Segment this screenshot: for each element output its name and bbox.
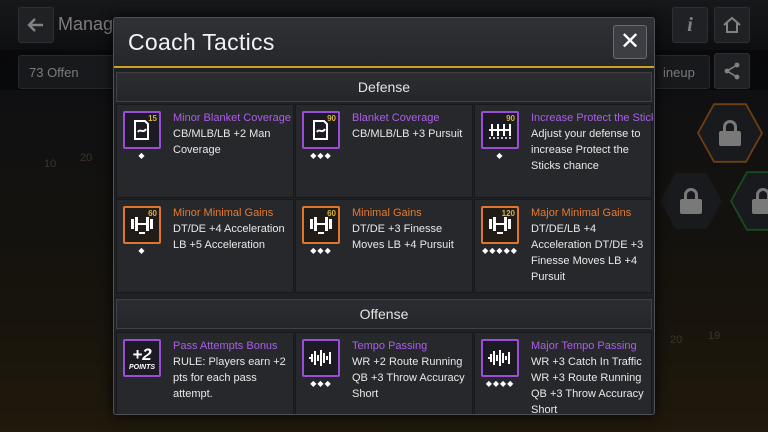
- tactic-rating: ◆◆◆: [310, 151, 332, 160]
- soundwave-icon: [481, 339, 519, 377]
- tactic-level: 90: [327, 114, 336, 123]
- tactic-rating: ◆: [138, 246, 146, 255]
- tactic-description: DT/DE/LB +4 Acceleration DT/DE +3 Finess…: [531, 223, 644, 283]
- tactic-level: 120: [501, 209, 515, 218]
- tactic-description: CB/MLB/LB +3 Pursuit: [352, 128, 463, 140]
- tactic-card[interactable]: 120 ◆◆◆◆◆ Major Minimal Gains DT/DE/LB +…: [474, 199, 652, 293]
- tactic-level: 90: [506, 114, 515, 123]
- tactic-rating: ◆◆◆: [310, 246, 332, 255]
- dumbbell-icon: 60: [123, 206, 161, 244]
- section-label: Offense: [359, 306, 409, 322]
- section-header-defense: Defense: [116, 72, 652, 102]
- coach-tactics-modal: Coach Tactics ✕ Defense 15 ◆ Minor Blank…: [113, 17, 655, 415]
- coverage-icon: 90: [302, 111, 340, 149]
- sticks-icon: 90: [481, 111, 519, 149]
- tactic-card[interactable]: ◆◆◆◆ Major Tempo Passing WR +3 Catch In …: [474, 332, 652, 414]
- tactic-card[interactable]: 15 ◆ Minor Blanket Coverage CB/MLB/LB +2…: [116, 104, 294, 198]
- tactic-rating: ◆◆◆: [310, 379, 332, 388]
- dumbbell-icon: 60: [302, 206, 340, 244]
- tactic-card[interactable]: ◆◆◆ Tempo Passing WR +2 Route Running QB…: [295, 332, 473, 414]
- tactic-card[interactable]: 90 ◆ Increase Protect the Sticks Adjust …: [474, 104, 653, 198]
- tactic-rating: ◆◆◆◆◆: [482, 246, 518, 255]
- tactic-rating: ◆: [496, 151, 504, 160]
- tactic-description: WR +2 Route Running QB +3 Throw Accuracy…: [352, 356, 465, 400]
- tactic-card[interactable]: 60 ◆◆◆ Minimal Gains DT/DE +3 Finesse Mo…: [295, 199, 473, 293]
- close-icon: ✕: [619, 28, 641, 55]
- tactics-list[interactable]: Defense 15 ◆ Minor Blanket Coverage CB/M…: [114, 70, 654, 414]
- tactic-description: WR +3 Catch In Traffic WR +3 Route Runni…: [531, 356, 644, 414]
- tactic-name: Blanket Coverage: [352, 112, 440, 124]
- tactic-card[interactable]: +2 POINTS Pass Attempts Bonus RULE: Play…: [116, 332, 294, 414]
- section-label: Defense: [357, 79, 411, 95]
- tactic-name: Minor Blanket Coverage: [173, 112, 292, 124]
- tactic-rating: ◆◆◆◆: [485, 379, 515, 388]
- soundwave-icon: [302, 339, 340, 377]
- tactic-level: 60: [148, 209, 157, 218]
- tactic-name: Increase Protect the Sticks: [531, 112, 653, 124]
- tactic-description: DT/DE +3 Finesse Moves LB +4 Pursuit: [352, 223, 454, 251]
- tactic-card[interactable]: 60 ◆ Minor Minimal Gains DT/DE +4 Accele…: [116, 199, 294, 293]
- points-icon: +2 POINTS: [123, 339, 161, 377]
- coverage-icon: 15: [123, 111, 161, 149]
- tactic-name: Minimal Gains: [352, 207, 422, 219]
- tactic-description: Adjust your defense to increase Protect …: [531, 128, 641, 172]
- tactic-description: CB/MLB/LB +2 Man Coverage: [173, 128, 271, 156]
- tactic-rating: ◆: [138, 151, 146, 160]
- section-header-offense: Offense: [116, 299, 652, 329]
- tactic-name: Minor Minimal Gains: [173, 207, 274, 219]
- tactic-name: Major Minimal Gains: [531, 207, 632, 219]
- dumbbell-icon: 120: [481, 206, 519, 244]
- close-button[interactable]: ✕: [613, 25, 647, 59]
- tactic-level: 60: [327, 209, 336, 218]
- tactic-description: DT/DE +4 Acceleration LB +5 Acceleration: [173, 223, 285, 251]
- tactic-level: 15: [148, 114, 157, 123]
- modal-title: Coach Tactics: [128, 29, 275, 55]
- points-label: POINTS: [128, 363, 156, 371]
- tactic-name: Major Tempo Passing: [531, 340, 637, 352]
- tactic-description: RULE: Players earn +2 pts for each pass …: [173, 356, 286, 400]
- modal-header: Coach Tactics ✕: [114, 18, 654, 68]
- tactic-name: Pass Attempts Bonus: [173, 340, 278, 352]
- tactic-card[interactable]: 90 ◆◆◆ Blanket Coverage CB/MLB/LB +3 Pur…: [295, 104, 473, 198]
- points-value: +2: [132, 344, 152, 364]
- tactic-name: Tempo Passing: [352, 340, 428, 352]
